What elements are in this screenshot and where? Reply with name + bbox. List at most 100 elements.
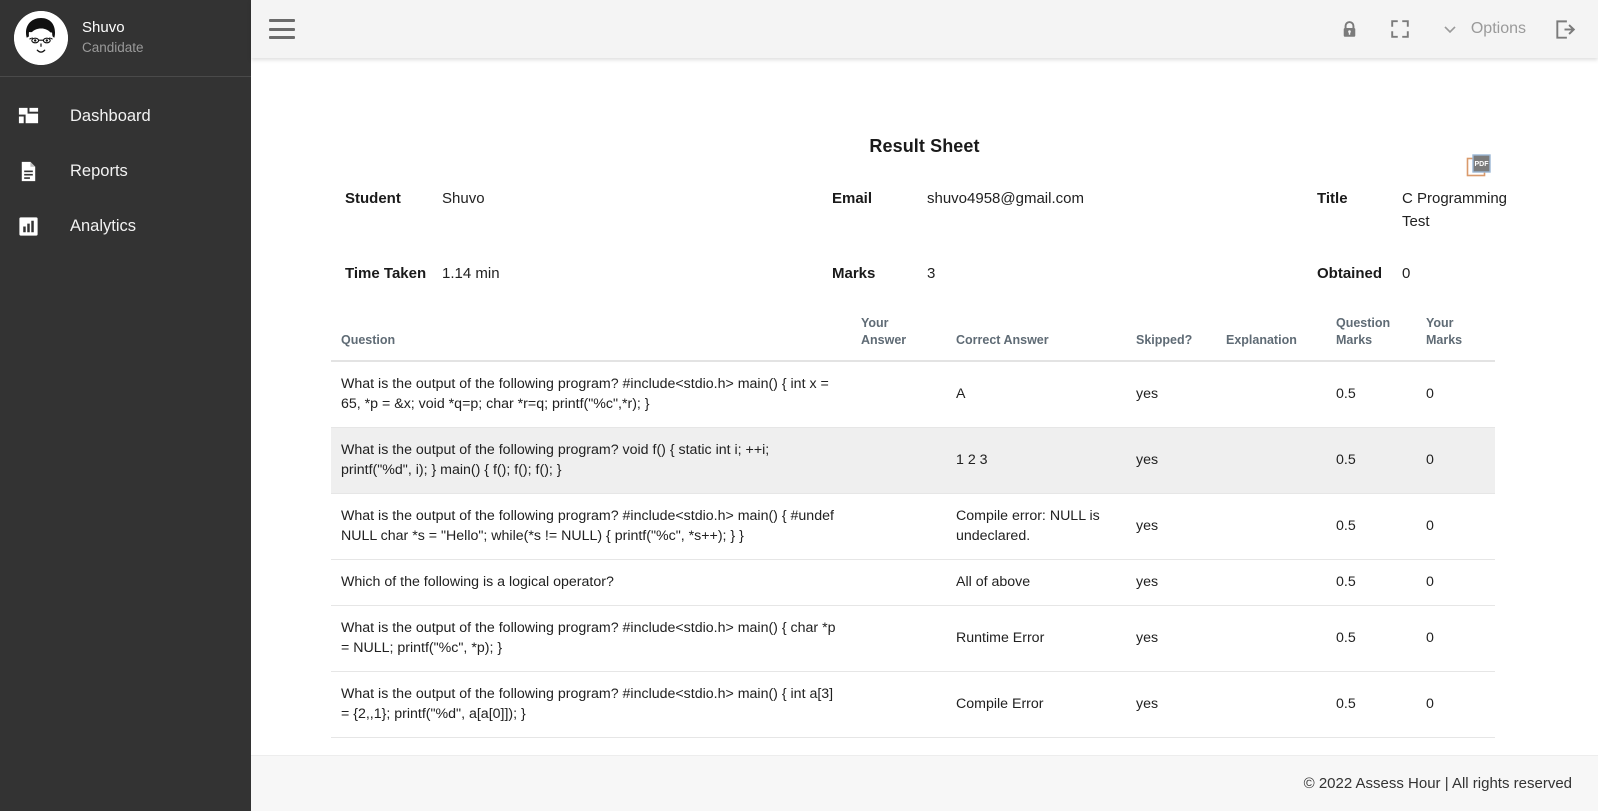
info-value-time-taken: 1.14 min: [442, 262, 832, 285]
cell-your-marks: 0: [1416, 671, 1495, 737]
topbar: Options: [251, 0, 1598, 58]
cell-explanation: [1216, 671, 1326, 737]
sidebar-item-label: Analytics: [70, 217, 136, 236]
table-head: Question Your Answer Correct Answer Skip…: [331, 309, 1495, 361]
cell-correct-answer: Runtime Error: [946, 605, 1126, 671]
info-label-student: Student: [345, 187, 442, 210]
cell-question: What is the output of the following prog…: [331, 427, 851, 493]
cell-correct-answer: 1 2 3: [946, 427, 1126, 493]
cell-correct-answer: All of above: [946, 560, 1126, 606]
cell-question-marks: 0.5: [1326, 605, 1416, 671]
user-avatar-icon: [14, 11, 68, 65]
profile-text: Shuvo Candidate: [82, 19, 144, 57]
topbar-actions: Options: [1338, 17, 1576, 41]
th-explanation: Explanation: [1216, 309, 1326, 361]
th-your-answer: Your Answer: [851, 309, 946, 361]
cell-your-marks: 0: [1416, 560, 1495, 606]
cell-question-marks: 0.5: [1326, 427, 1416, 493]
info-value-email: shuvo4958@gmail.com: [927, 187, 1317, 210]
th-question-marks: Question Marks: [1326, 309, 1416, 361]
cell-explanation: [1216, 560, 1326, 606]
options-dropdown[interactable]: Options: [1438, 17, 1526, 41]
table-row: What is the output of the following prog…: [331, 427, 1495, 493]
th-correct-answer: Correct Answer: [946, 309, 1126, 361]
table-row: Which of the following is a logical oper…: [331, 560, 1495, 606]
dashboard-grid-icon: [14, 103, 42, 131]
cell-skipped: yes: [1126, 605, 1216, 671]
cell-your-marks: 0: [1416, 361, 1495, 428]
info-grid: Student Shuvo Email shuvo4958@gmail.com …: [331, 187, 1518, 285]
cell-explanation: [1216, 493, 1326, 559]
sidebar-item-label: Dashboard: [70, 107, 151, 126]
table-body: What is the output of the following prog…: [331, 361, 1495, 738]
document-report-icon: [14, 158, 42, 186]
table-row: What is the output of the following prog…: [331, 493, 1495, 559]
info-label-time-taken: Time Taken: [345, 262, 442, 285]
cell-question-marks: 0.5: [1326, 671, 1416, 737]
cell-correct-answer: Compile Error: [946, 671, 1126, 737]
sidebar: Shuvo Candidate Dashboard: [0, 0, 251, 811]
info-label-email: Email: [832, 187, 927, 210]
main-area: Options PDF: [251, 0, 1598, 811]
sidebar-item-dashboard[interactable]: Dashboard: [0, 89, 251, 144]
bar-chart-icon: [14, 213, 42, 241]
cell-explanation: [1216, 427, 1326, 493]
chevron-down-icon: [1438, 17, 1462, 41]
info-value-obtained: 0: [1402, 262, 1518, 285]
cell-question-marks: 0.5: [1326, 493, 1416, 559]
lock-icon[interactable]: [1338, 17, 1362, 41]
cell-question: What is the output of the following prog…: [331, 605, 851, 671]
cell-skipped: yes: [1126, 361, 1216, 428]
cell-question: What is the output of the following prog…: [331, 361, 851, 428]
logout-icon[interactable]: [1552, 17, 1576, 41]
result-sheet: Result Sheet Student Shuvo Email shuvo49…: [251, 58, 1598, 738]
sidebar-item-reports[interactable]: Reports: [0, 144, 251, 199]
info-value-student: Shuvo: [442, 187, 832, 210]
cell-your-answer: [851, 361, 946, 428]
app-root: Shuvo Candidate Dashboard: [0, 0, 1598, 811]
sidebar-nav: Dashboard Reports: [0, 77, 251, 254]
info-value-title: C Programming Test: [1402, 187, 1518, 234]
cell-question: What is the output of the following prog…: [331, 493, 851, 559]
profile-role: Candidate: [82, 40, 144, 57]
fullscreen-expand-icon[interactable]: [1388, 17, 1412, 41]
profile-name: Shuvo: [82, 19, 144, 38]
table-header-row: Question Your Answer Correct Answer Skip…: [331, 309, 1495, 361]
info-label-marks: Marks: [832, 262, 927, 285]
cell-question: Which of the following is a logical oper…: [331, 560, 851, 606]
cell-explanation: [1216, 361, 1326, 428]
cell-correct-answer: A: [946, 361, 1126, 428]
info-label-title: Title: [1317, 187, 1402, 210]
th-skipped: Skipped?: [1126, 309, 1216, 361]
footer: © 2022 Assess Hour | All rights reserved: [251, 755, 1598, 811]
info-label-obtained: Obtained: [1317, 262, 1402, 285]
cell-skipped: yes: [1126, 427, 1216, 493]
page-title: Result Sheet: [331, 58, 1518, 157]
cell-explanation: [1216, 605, 1326, 671]
cell-your-answer: [851, 605, 946, 671]
cell-question-marks: 0.5: [1326, 361, 1416, 428]
info-value-marks: 3: [927, 262, 1317, 285]
hamburger-bar: [269, 19, 295, 22]
cell-your-marks: 0: [1416, 605, 1495, 671]
cell-question: What is the output of the following prog…: [331, 671, 851, 737]
table-row: What is the output of the following prog…: [331, 605, 1495, 671]
cell-your-answer: [851, 671, 946, 737]
sidebar-item-analytics[interactable]: Analytics: [0, 199, 251, 254]
table-row: What is the output of the following prog…: [331, 361, 1495, 428]
sidebar-item-label: Reports: [70, 162, 128, 181]
cell-your-answer: [851, 427, 946, 493]
hamburger-menu-icon[interactable]: [269, 19, 295, 39]
result-table: Question Your Answer Correct Answer Skip…: [331, 309, 1495, 738]
footer-copyright: © 2022 Assess Hour | All rights reserved: [1304, 775, 1572, 792]
cell-skipped: yes: [1126, 671, 1216, 737]
cell-your-answer: [851, 493, 946, 559]
cell-question-marks: 0.5: [1326, 560, 1416, 606]
hamburger-bar: [269, 36, 295, 39]
cell-your-marks: 0: [1416, 427, 1495, 493]
cell-skipped: yes: [1126, 493, 1216, 559]
cell-your-marks: 0: [1416, 493, 1495, 559]
sidebar-profile[interactable]: Shuvo Candidate: [0, 0, 251, 77]
pdf-export-icon[interactable]: PDF: [1466, 153, 1492, 179]
options-label: Options: [1471, 20, 1526, 38]
